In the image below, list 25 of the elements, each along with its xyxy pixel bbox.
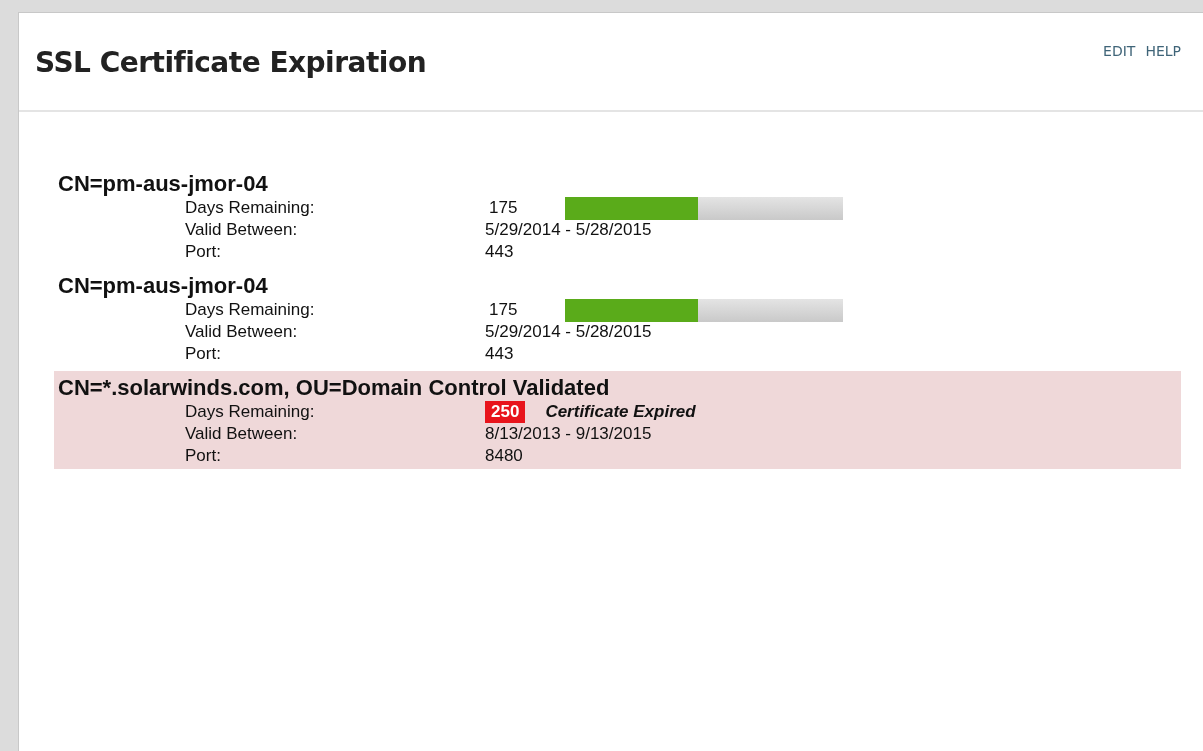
- field-label: Days Remaining:: [185, 300, 316, 320]
- header-link[interactable]: EDIT: [1103, 43, 1136, 59]
- field-value: 5/29/2014 - 5/28/2015: [485, 322, 652, 342]
- field-value: 8480: [485, 446, 523, 466]
- field-label: Valid Between:: [185, 220, 299, 240]
- field-label: Port:: [185, 446, 222, 466]
- field-value: 443: [485, 242, 514, 262]
- field-label: Valid Between:: [185, 322, 299, 342]
- field-label: Port:: [185, 344, 222, 364]
- panel-title: SSL Certificate Expiration: [35, 46, 427, 79]
- certificate-name: CN=pm-aus-jmor-04: [58, 273, 269, 299]
- status-text: Certificate Expired: [545, 402, 696, 422]
- certificate-name: CN=pm-aus-jmor-04: [58, 171, 269, 197]
- header-link[interactable]: HELP: [1145, 43, 1181, 59]
- field-label: Port:: [185, 242, 222, 262]
- field-label: Days Remaining:: [185, 402, 316, 422]
- field-value: 443: [485, 344, 514, 364]
- certificate-name: CN=*.solarwinds.com, OU=Domain Control Validated: [58, 375, 611, 401]
- field-value: 8/13/2013 - 9/13/2015: [485, 424, 652, 444]
- field-value: 5/29/2014 - 5/28/2015: [485, 220, 652, 240]
- field-value: 175: [488, 198, 519, 218]
- field-label: Days Remaining:: [185, 198, 316, 218]
- days-badge: 250: [485, 401, 526, 423]
- field-label: Valid Between:: [185, 424, 299, 444]
- field-value: 175: [488, 300, 519, 320]
